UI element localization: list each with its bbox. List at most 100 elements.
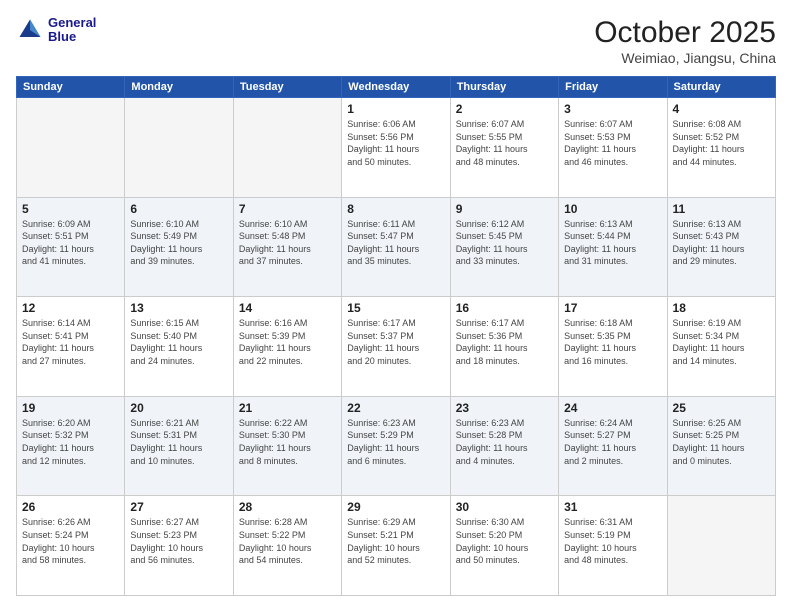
day-info: Sunrise: 6:13 AM Sunset: 5:43 PM Dayligh… xyxy=(673,218,770,268)
day-number: 31 xyxy=(564,500,661,514)
day-info: Sunrise: 6:14 AM Sunset: 5:41 PM Dayligh… xyxy=(22,317,119,367)
table-row: 8Sunrise: 6:11 AM Sunset: 5:47 PM Daylig… xyxy=(342,197,450,297)
day-info: Sunrise: 6:17 AM Sunset: 5:37 PM Dayligh… xyxy=(347,317,444,367)
header-saturday: Saturday xyxy=(667,77,775,98)
day-info: Sunrise: 6:19 AM Sunset: 5:34 PM Dayligh… xyxy=(673,317,770,367)
calendar-table: Sunday Monday Tuesday Wednesday Thursday… xyxy=(16,76,776,596)
table-row xyxy=(667,496,775,596)
day-info: Sunrise: 6:06 AM Sunset: 5:56 PM Dayligh… xyxy=(347,118,444,168)
table-row: 18 Sunrise: 6:19 AM Sunset: 5:34 PM Dayli… xyxy=(667,297,775,397)
logo-line2: Blue xyxy=(48,30,96,44)
header-wednesday: Wednesday xyxy=(342,77,450,98)
day-number: 16 xyxy=(456,301,553,315)
header: General Blue October 2025 Weimiao, Jiang… xyxy=(16,16,776,66)
calendar-week-row: 12Sunrise: 6:14 AM Sunset: 5:41 PM Dayli… xyxy=(17,297,776,397)
day-number: 17 xyxy=(564,301,661,315)
day-number: 25 xyxy=(673,401,770,415)
header-thursday: Thursday xyxy=(450,77,558,98)
day-number: 26 xyxy=(22,500,119,514)
table-row: 31Sunrise: 6:31 AM Sunset: 5:19 PM Dayli… xyxy=(559,496,667,596)
table-row: 5Sunrise: 6:09 AM Sunset: 5:51 PM Daylig… xyxy=(17,197,125,297)
calendar-week-row: 1 Sunrise: 6:06 AM Sunset: 5:56 PM Daylig… xyxy=(17,98,776,198)
table-row xyxy=(125,98,233,198)
calendar-header-row: Sunday Monday Tuesday Wednesday Thursday… xyxy=(17,77,776,98)
day-number: 23 xyxy=(456,401,553,415)
table-row: 1 Sunrise: 6:06 AM Sunset: 5:56 PM Daylig… xyxy=(342,98,450,198)
page: General Blue October 2025 Weimiao, Jiang… xyxy=(0,0,792,612)
table-row: 2Sunrise: 6:07 AM Sunset: 5:55 PM Daylig… xyxy=(450,98,558,198)
logo-line1: General xyxy=(48,16,96,30)
table-row: 12Sunrise: 6:14 AM Sunset: 5:41 PM Dayli… xyxy=(17,297,125,397)
table-row: 9 Sunrise: 6:12 AM Sunset: 5:45 PM Daylig… xyxy=(450,197,558,297)
header-monday: Monday xyxy=(125,77,233,98)
day-number: 6 xyxy=(130,202,227,216)
day-info: Sunrise: 6:10 AM Sunset: 5:49 PM Dayligh… xyxy=(130,218,227,268)
day-info: Sunrise: 6:17 AM Sunset: 5:36 PM Dayligh… xyxy=(456,317,553,367)
day-number: 30 xyxy=(456,500,553,514)
day-number: 9 xyxy=(456,202,553,216)
table-row: 25 Sunrise: 6:25 AM Sunset: 5:25 PM Dayli… xyxy=(667,396,775,496)
table-row: 11 Sunrise: 6:13 AM Sunset: 5:43 PM Dayli… xyxy=(667,197,775,297)
table-row: 16 Sunrise: 6:17 AM Sunset: 5:36 PM Dayli… xyxy=(450,297,558,397)
day-info: Sunrise: 6:08 AM Sunset: 5:52 PM Dayligh… xyxy=(673,118,770,168)
logo-icon xyxy=(16,16,44,44)
table-row: 3 Sunrise: 6:07 AM Sunset: 5:53 PM Daylig… xyxy=(559,98,667,198)
day-number: 10 xyxy=(564,202,661,216)
day-info: Sunrise: 6:13 AM Sunset: 5:44 PM Dayligh… xyxy=(564,218,661,268)
table-row: 6 Sunrise: 6:10 AM Sunset: 5:49 PM Daylig… xyxy=(125,197,233,297)
day-number: 14 xyxy=(239,301,336,315)
header-sunday: Sunday xyxy=(17,77,125,98)
table-row: 21Sunrise: 6:22 AM Sunset: 5:30 PM Dayli… xyxy=(233,396,341,496)
day-number: 20 xyxy=(130,401,227,415)
day-number: 13 xyxy=(130,301,227,315)
header-tuesday: Tuesday xyxy=(233,77,341,98)
day-number: 18 xyxy=(673,301,770,315)
logo: General Blue xyxy=(16,16,96,45)
day-number: 4 xyxy=(673,102,770,116)
table-row: 29 Sunrise: 6:29 AM Sunset: 5:21 PM Dayli… xyxy=(342,496,450,596)
table-row: 26 Sunrise: 6:26 AM Sunset: 5:24 PM Dayli… xyxy=(17,496,125,596)
header-friday: Friday xyxy=(559,77,667,98)
day-number: 8 xyxy=(347,202,444,216)
calendar-subtitle: Weimiao, Jiangsu, China xyxy=(594,50,776,66)
day-number: 28 xyxy=(239,500,336,514)
calendar-title: October 2025 xyxy=(594,16,776,50)
day-info: Sunrise: 6:28 AM Sunset: 5:22 PM Dayligh… xyxy=(239,516,336,566)
day-info: Sunrise: 6:26 AM Sunset: 5:24 PM Dayligh… xyxy=(22,516,119,566)
day-info: Sunrise: 6:18 AM Sunset: 5:35 PM Dayligh… xyxy=(564,317,661,367)
day-info: Sunrise: 6:25 AM Sunset: 5:25 PM Dayligh… xyxy=(673,417,770,467)
day-info: Sunrise: 6:24 AM Sunset: 5:27 PM Dayligh… xyxy=(564,417,661,467)
calendar-week-row: 19Sunrise: 6:20 AM Sunset: 5:32 PM Dayli… xyxy=(17,396,776,496)
table-row: 28 Sunrise: 6:28 AM Sunset: 5:22 PM Dayli… xyxy=(233,496,341,596)
day-number: 2 xyxy=(456,102,553,116)
calendar-week-row: 26 Sunrise: 6:26 AM Sunset: 5:24 PM Dayli… xyxy=(17,496,776,596)
day-number: 1 xyxy=(347,102,444,116)
day-info: Sunrise: 6:23 AM Sunset: 5:29 PM Dayligh… xyxy=(347,417,444,467)
day-info: Sunrise: 6:29 AM Sunset: 5:21 PM Dayligh… xyxy=(347,516,444,566)
day-number: 3 xyxy=(564,102,661,116)
day-number: 27 xyxy=(130,500,227,514)
title-block: October 2025 Weimiao, Jiangsu, China xyxy=(594,16,776,66)
day-info: Sunrise: 6:23 AM Sunset: 5:28 PM Dayligh… xyxy=(456,417,553,467)
day-number: 11 xyxy=(673,202,770,216)
day-info: Sunrise: 6:30 AM Sunset: 5:20 PM Dayligh… xyxy=(456,516,553,566)
table-row: 19Sunrise: 6:20 AM Sunset: 5:32 PM Dayli… xyxy=(17,396,125,496)
day-number: 19 xyxy=(22,401,119,415)
day-info: Sunrise: 6:15 AM Sunset: 5:40 PM Dayligh… xyxy=(130,317,227,367)
table-row: 22Sunrise: 6:23 AM Sunset: 5:29 PM Dayli… xyxy=(342,396,450,496)
day-info: Sunrise: 6:10 AM Sunset: 5:48 PM Dayligh… xyxy=(239,218,336,268)
table-row: 20Sunrise: 6:21 AM Sunset: 5:31 PM Dayli… xyxy=(125,396,233,496)
day-number: 7 xyxy=(239,202,336,216)
day-info: Sunrise: 6:07 AM Sunset: 5:53 PM Dayligh… xyxy=(564,118,661,168)
logo-text: General Blue xyxy=(48,16,96,45)
day-number: 15 xyxy=(347,301,444,315)
table-row: 23 Sunrise: 6:23 AM Sunset: 5:28 PM Dayli… xyxy=(450,396,558,496)
day-number: 24 xyxy=(564,401,661,415)
calendar-week-row: 5Sunrise: 6:09 AM Sunset: 5:51 PM Daylig… xyxy=(17,197,776,297)
table-row xyxy=(233,98,341,198)
table-row: 7 Sunrise: 6:10 AM Sunset: 5:48 PM Daylig… xyxy=(233,197,341,297)
day-number: 29 xyxy=(347,500,444,514)
day-info: Sunrise: 6:12 AM Sunset: 5:45 PM Dayligh… xyxy=(456,218,553,268)
table-row: 30 Sunrise: 6:30 AM Sunset: 5:20 PM Dayli… xyxy=(450,496,558,596)
table-row: 15 Sunrise: 6:17 AM Sunset: 5:37 PM Dayli… xyxy=(342,297,450,397)
